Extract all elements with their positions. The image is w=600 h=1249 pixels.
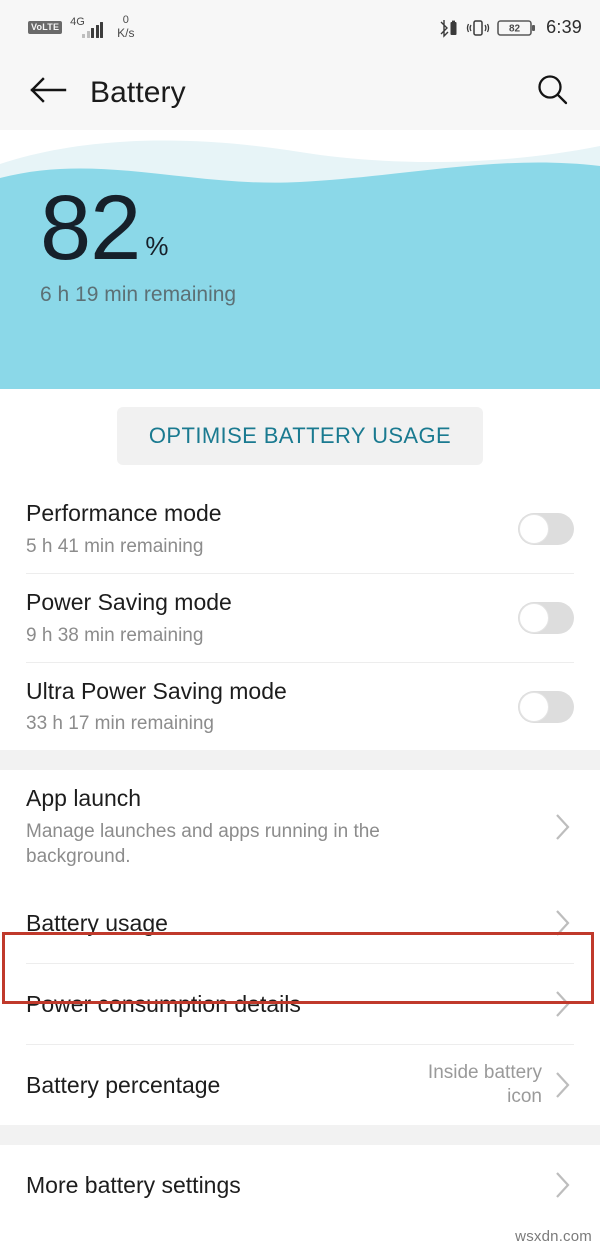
row-power-saving-mode-text: Power Saving mode 9 h 38 min remaining (26, 574, 518, 662)
status-bar-right: 82 6:39 (437, 17, 582, 39)
network-type-label: 4G (70, 16, 85, 29)
battery-percent-value: 82 (40, 177, 141, 279)
optimise-button-container: OPTIMISE BATTERY USAGE (0, 389, 600, 485)
row-title: Performance mode (26, 500, 222, 526)
battery-level-text: 82 (509, 23, 521, 34)
row-performance-mode[interactable]: Performance mode 5 h 41 min remaining (0, 485, 600, 573)
row-subtitle: 5 h 41 min remaining (26, 535, 204, 557)
toggle-knob (519, 513, 549, 544)
row-power-consumption-details-text: Power consumption details (26, 976, 550, 1033)
search-button[interactable] (530, 71, 574, 115)
power-saving-mode-toggle[interactable] (518, 601, 574, 634)
row-title: Power Saving mode (26, 588, 232, 615)
battery-remaining-label: 6 h 19 min remaining (40, 282, 237, 306)
row-app-launch[interactable]: App launch Manage launches and apps runn… (0, 770, 600, 883)
signal-bars-icon (82, 22, 104, 39)
row-battery-usage-text: Battery usage (26, 895, 550, 952)
section-separator (0, 750, 600, 771)
watermark-label: wsxdn.com (515, 1228, 592, 1245)
row-battery-percentage[interactable]: Battery percentage Inside battery icon (0, 1045, 600, 1125)
row-subtitle: 33 h 17 min remaining (26, 713, 214, 735)
toggle-knob (519, 691, 549, 722)
section-separator (0, 1125, 600, 1146)
row-power-consumption-details[interactable]: Power consumption details (0, 964, 600, 1044)
row-title: More battery settings (26, 1172, 241, 1199)
chevron-right-icon (550, 988, 574, 1020)
performance-mode-toggle[interactable] (518, 512, 574, 545)
page-title: Battery (90, 75, 186, 109)
search-icon (534, 72, 570, 113)
optimise-battery-usage-button[interactable]: OPTIMISE BATTERY USAGE (116, 407, 484, 465)
chevron-right-icon (550, 1169, 574, 1201)
battery-level-icon: 82 (497, 17, 537, 39)
more-settings-section: More battery settings (0, 1145, 600, 1226)
row-performance-mode-text: Performance mode 5 h 41 min remaining (26, 485, 518, 573)
chevron-right-icon (550, 907, 574, 939)
chevron-right-icon (550, 811, 574, 843)
row-title: Battery usage (26, 910, 168, 937)
row-ultra-power-saving-mode[interactable]: Ultra Power Saving mode 33 h 17 min rema… (0, 663, 600, 751)
status-bar-left: VoLTE 4G 0 K/s (28, 15, 135, 39)
hero-text-block: 82 % 6 h 19 min remaining (40, 177, 237, 307)
percent-sign: % (145, 230, 169, 261)
row-title: Battery percentage (26, 1072, 221, 1099)
row-battery-usage[interactable]: Battery usage (0, 883, 600, 963)
signal-strength-icon: 4G (70, 16, 104, 39)
status-bar: VoLTE 4G 0 K/s 82 6:39 (0, 0, 600, 55)
row-power-saving-mode[interactable]: Power Saving mode 9 h 38 min remaining (0, 574, 600, 662)
row-title: Ultra Power Saving mode (26, 677, 287, 704)
data-rate-unit: K/s (117, 25, 135, 40)
bluetooth-battery-icon (437, 17, 459, 39)
row-title: App launch (26, 785, 142, 812)
data-rate-indicator: 0 K/s (117, 15, 134, 39)
clock-label: 6:39 (546, 17, 582, 37)
chevron-right-icon (550, 1069, 574, 1101)
battery-percentage-value: Inside battery icon (427, 1061, 542, 1108)
app-bar: Battery (0, 55, 600, 130)
row-more-battery-settings[interactable]: More battery settings (0, 1145, 600, 1225)
row-subtitle: Manage launches and apps running in the … (26, 821, 380, 868)
row-app-launch-text: App launch Manage launches and apps runn… (26, 770, 550, 883)
battery-settings-section: App launch Manage launches and apps runn… (0, 770, 600, 1126)
battery-modes-section: Performance mode 5 h 41 min remaining Po… (0, 485, 600, 751)
volte-icon: VoLTE (28, 20, 63, 34)
battery-level-hero: 82 % 6 h 19 min remaining (0, 130, 600, 389)
ultra-power-saving-mode-toggle[interactable] (518, 690, 574, 723)
toggle-knob (519, 602, 549, 633)
battery-settings-screen: VoLTE 4G 0 K/s 82 6:39 Battery 82 % 6 h … (0, 0, 600, 1249)
vibrate-icon (466, 17, 490, 39)
row-battery-percentage-text: Battery percentage (26, 1057, 414, 1114)
back-button[interactable] (26, 71, 70, 115)
row-subtitle: 9 h 38 min remaining (26, 624, 204, 646)
back-arrow-icon (29, 75, 67, 110)
row-ultra-power-saving-mode-text: Ultra Power Saving mode 33 h 17 min rema… (26, 663, 518, 751)
battery-percent-row: 82 % (40, 177, 236, 279)
row-title: Power consumption details (26, 991, 301, 1018)
row-more-battery-settings-text: More battery settings (26, 1157, 550, 1214)
